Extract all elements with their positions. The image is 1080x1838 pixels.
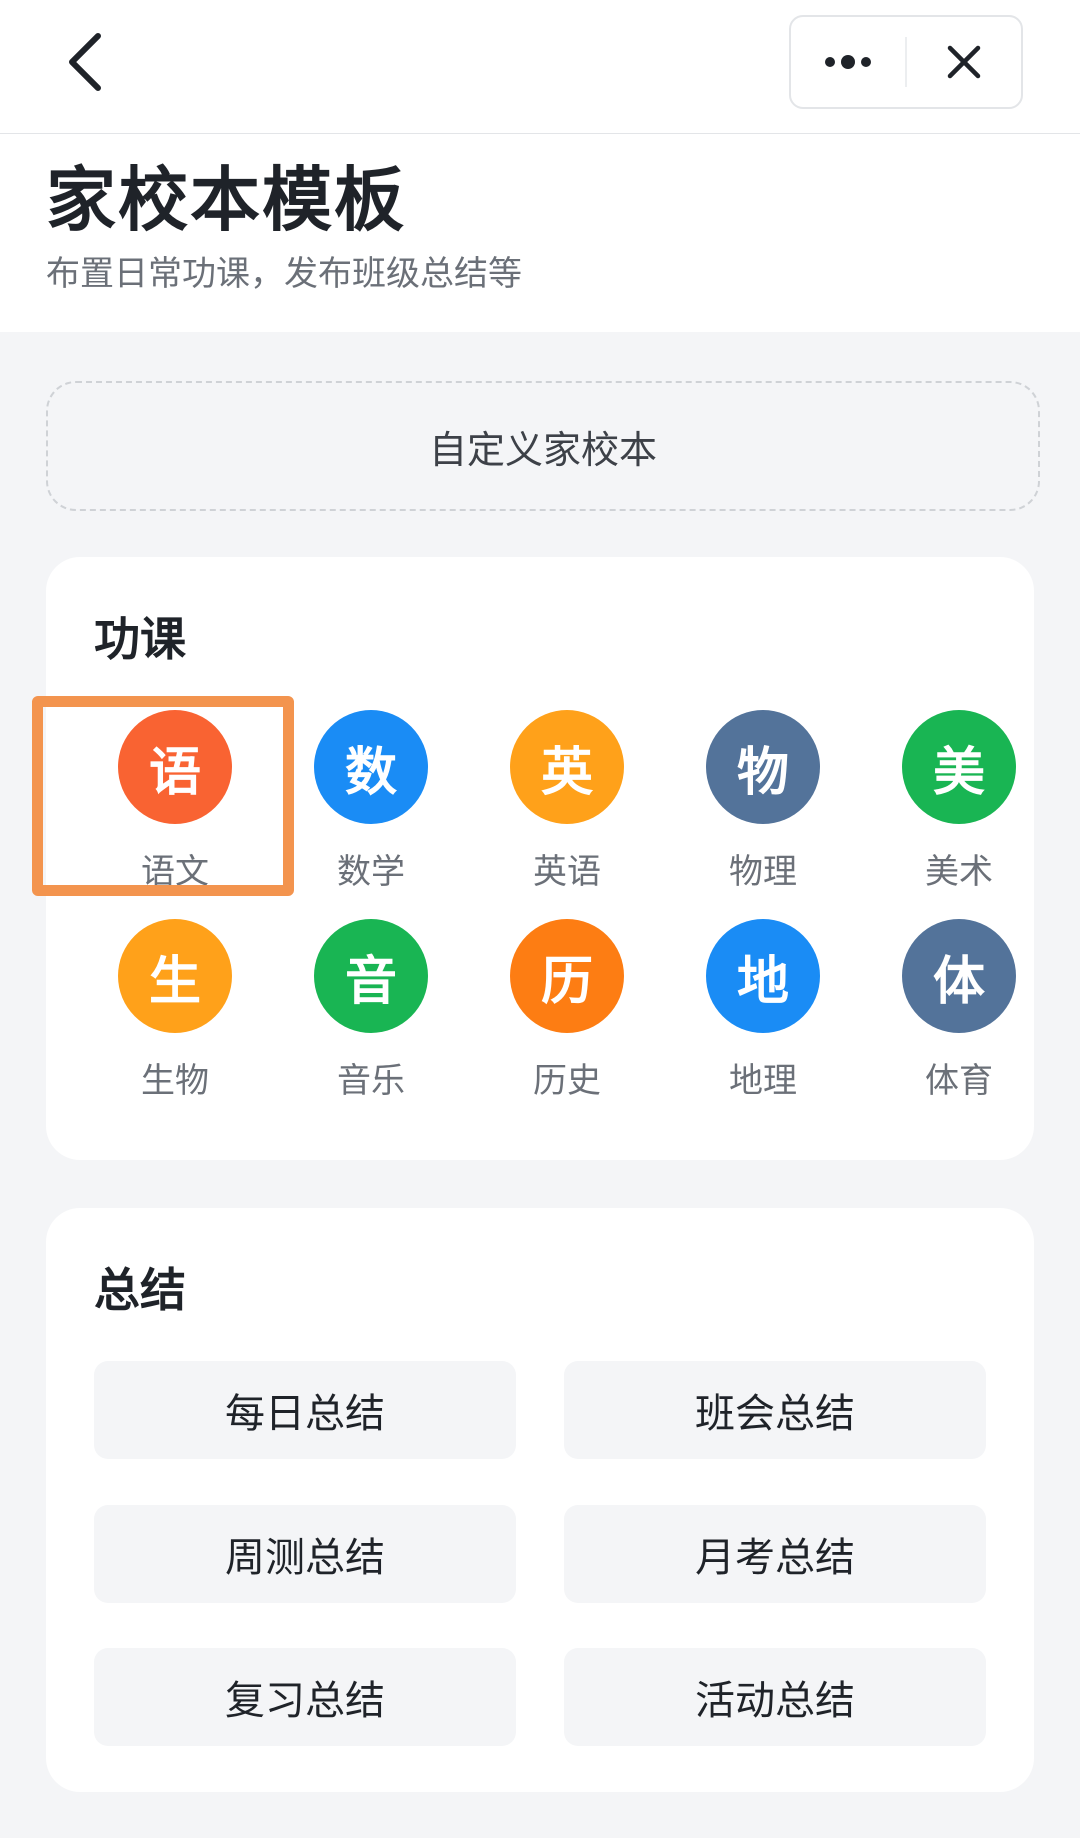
subject-label: 语文 xyxy=(141,852,209,892)
summary-review-button[interactable]: 复习总结 xyxy=(94,1648,516,1746)
subject-pe[interactable]: 体 体育 xyxy=(884,919,1034,1101)
subject-music[interactable]: 音 音乐 xyxy=(296,919,446,1101)
subject-chinese[interactable]: 语 语文 xyxy=(100,710,250,892)
subject-chinese-icon: 语 xyxy=(118,710,232,824)
back-button[interactable] xyxy=(44,22,124,102)
subject-history-icon: 历 xyxy=(510,919,624,1033)
more-dots-icon xyxy=(825,55,871,69)
summary-weekly-test-button[interactable]: 周测总结 xyxy=(94,1505,516,1603)
subject-music-icon: 音 xyxy=(314,919,428,1033)
subject-label: 数学 xyxy=(337,852,405,892)
summary-title: 总结 xyxy=(94,1263,186,1317)
subject-math-icon: 数 xyxy=(314,710,428,824)
summary-activity-button[interactable]: 活动总结 xyxy=(564,1648,986,1746)
subject-history[interactable]: 历 历史 xyxy=(492,919,642,1101)
page-subtitle: 布置日常功课，发布班级总结等 xyxy=(46,254,522,294)
subject-label: 音乐 xyxy=(337,1061,405,1101)
summary-card: 总结 每日总结 班会总结 周测总结 月考总结 复习总结 活动总结 xyxy=(46,1208,1034,1792)
subject-label: 物理 xyxy=(729,852,797,892)
homework-card: 功课 语 语文 数 数学 英 英语 物 物理 美 美术 生 生物 音 音乐 历 … xyxy=(46,557,1034,1160)
subject-geography-icon: 地 xyxy=(706,919,820,1033)
subject-label: 地理 xyxy=(729,1061,797,1101)
page-header: 家校本模板 布置日常功课，发布班级总结等 xyxy=(0,134,1080,332)
subject-physics[interactable]: 物 物理 xyxy=(688,710,838,892)
chevron-left-icon xyxy=(69,33,101,91)
homework-title: 功课 xyxy=(94,612,186,666)
subject-geography[interactable]: 地 地理 xyxy=(688,919,838,1101)
subject-label: 生物 xyxy=(141,1061,209,1101)
more-button[interactable] xyxy=(791,17,905,107)
subject-math[interactable]: 数 数学 xyxy=(296,710,446,892)
subject-label: 历史 xyxy=(533,1061,601,1101)
mini-program-capsule xyxy=(789,15,1023,109)
subject-label: 美术 xyxy=(925,852,993,892)
subject-biology-icon: 生 xyxy=(118,919,232,1033)
subject-biology[interactable]: 生 生物 xyxy=(100,919,250,1101)
nav-bar xyxy=(0,0,1080,134)
subject-art-icon: 美 xyxy=(902,710,1016,824)
subject-art[interactable]: 美 美术 xyxy=(884,710,1034,892)
subject-english[interactable]: 英 英语 xyxy=(492,710,642,892)
subject-pe-icon: 体 xyxy=(902,919,1016,1033)
summary-daily-button[interactable]: 每日总结 xyxy=(94,1361,516,1459)
close-button[interactable] xyxy=(907,17,1021,107)
page-title: 家校本模板 xyxy=(46,159,406,241)
subject-physics-icon: 物 xyxy=(706,710,820,824)
summary-monthly-exam-button[interactable]: 月考总结 xyxy=(564,1505,986,1603)
subject-label: 体育 xyxy=(925,1061,993,1101)
summary-class-meeting-button[interactable]: 班会总结 xyxy=(564,1361,986,1459)
subject-label: 英语 xyxy=(533,852,601,892)
custom-notebook-button[interactable]: 自定义家校本 xyxy=(46,381,1040,511)
close-icon xyxy=(947,45,981,79)
subject-english-icon: 英 xyxy=(510,710,624,824)
